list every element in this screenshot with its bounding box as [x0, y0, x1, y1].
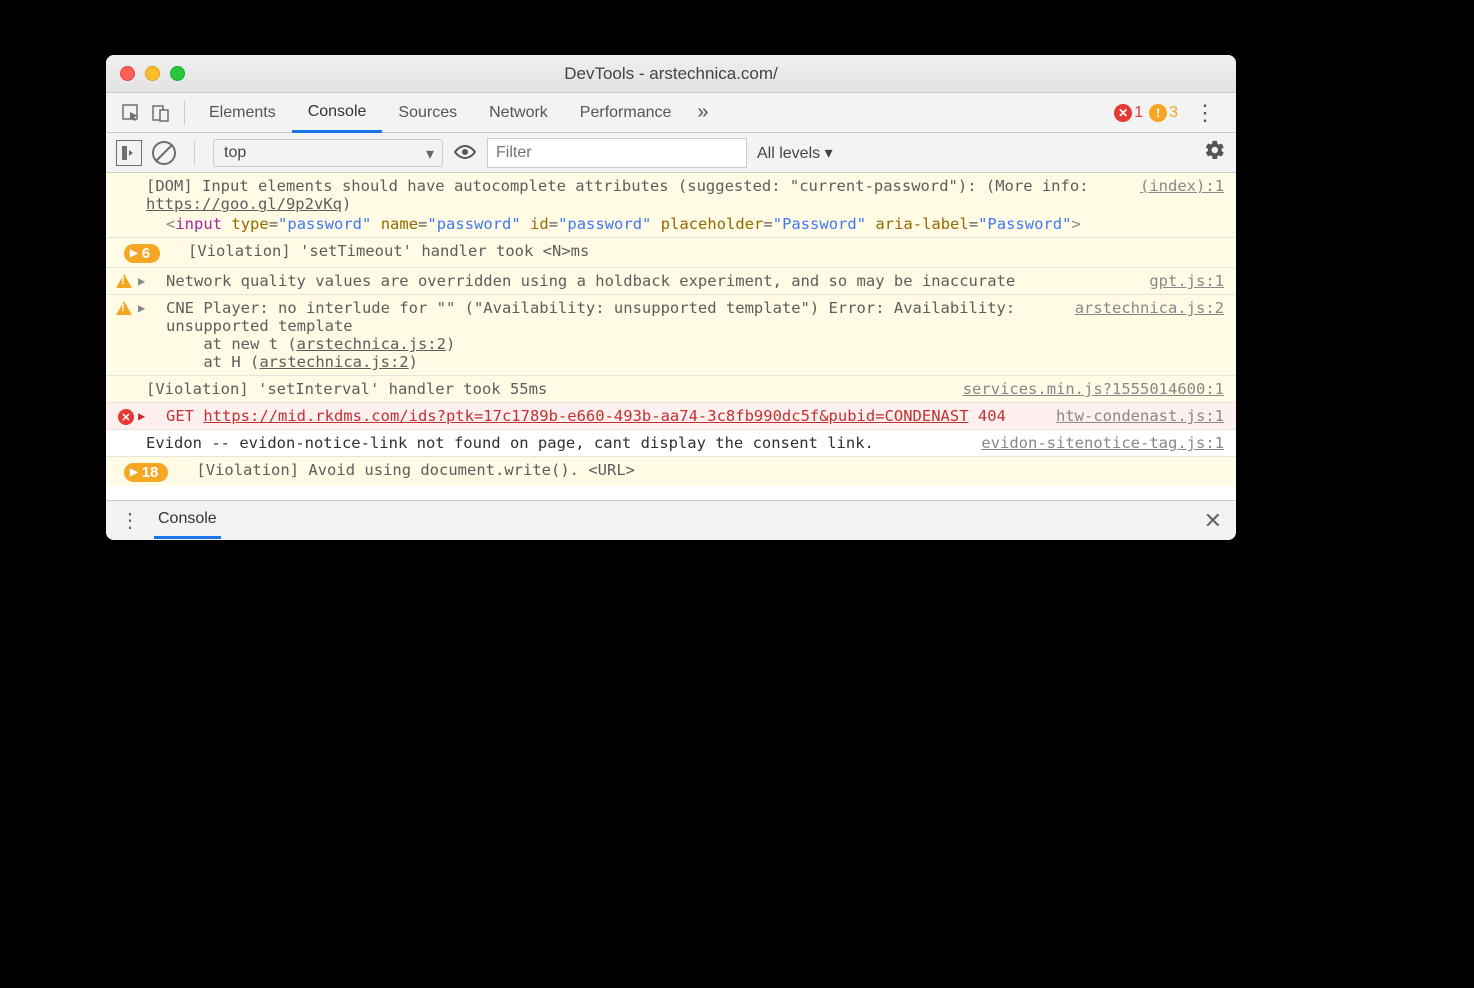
console-message[interactable]: [Violation] 'setInterval' handler took 5…: [106, 376, 1236, 403]
error-circle-icon: ✕: [118, 409, 134, 425]
info-link[interactable]: https://goo.gl/9p2vKq: [146, 195, 342, 213]
tab-bar: Elements Console Sources Network Perform…: [106, 93, 1236, 133]
tab-sources[interactable]: Sources: [382, 93, 473, 133]
devtools-window: DevTools - arstechnica.com/ Elements Con…: [106, 55, 1236, 540]
message-source[interactable]: (index):1: [1120, 177, 1224, 233]
console-message[interactable]: 6 [Violation] 'setTimeout' handler took …: [106, 238, 1236, 268]
tab-elements[interactable]: Elements: [193, 93, 292, 133]
stack-link[interactable]: arstechnica.js:2: [297, 335, 446, 353]
close-drawer-icon[interactable]: ✕: [1204, 508, 1222, 534]
message-source[interactable]: gpt.js:1: [1129, 272, 1224, 290]
warning-count-badge[interactable]: ! 3: [1149, 104, 1178, 122]
message-text: [Violation] Avoid using document.write()…: [196, 461, 635, 479]
tab-network[interactable]: Network: [473, 93, 564, 133]
console-messages: [DOM] Input elements should have autocom…: [106, 173, 1236, 486]
request-url[interactable]: https://mid.rkdms.com/ids?ptk=17c1789b-e…: [203, 407, 968, 425]
message-text: [DOM] Input elements should have autocom…: [146, 177, 1089, 213]
repeat-count-badge: 6: [124, 244, 160, 263]
error-icon: ✕: [1114, 104, 1132, 122]
levels-selector[interactable]: All levels ▾: [757, 143, 833, 163]
tab-performance[interactable]: Performance: [564, 93, 688, 133]
context-selector[interactable]: top: [213, 139, 443, 167]
drawer-menu-icon[interactable]: ⋮: [120, 508, 140, 533]
filter-input[interactable]: [487, 138, 747, 168]
message-text: Network quality values are overridden us…: [118, 272, 1129, 290]
console-message[interactable]: 18 [Violation] Avoid using document.writ…: [106, 457, 1236, 486]
console-message[interactable]: Evidon -- evidon-notice-link not found o…: [106, 430, 1236, 457]
message-text: Evidon -- evidon-notice-link not found o…: [118, 434, 961, 452]
inspect-element-icon[interactable]: [116, 98, 146, 128]
console-message[interactable]: ▶ CNE Player: no interlude for "" ("Avai…: [106, 295, 1236, 376]
message-source[interactable]: arstechnica.js:2: [1055, 299, 1224, 371]
warning-count: 3: [1169, 104, 1178, 122]
console-message[interactable]: [DOM] Input elements should have autocom…: [106, 173, 1236, 238]
stack-link[interactable]: arstechnica.js:2: [259, 353, 408, 371]
drawer: ⋮ Console ✕: [106, 500, 1236, 540]
message-source[interactable]: services.min.js?1555014600:1: [943, 380, 1224, 398]
message-prefix: GET: [166, 407, 203, 425]
separator: [184, 101, 185, 125]
device-toolbar-icon[interactable]: [146, 98, 176, 128]
expand-arrow-icon[interactable]: ▶: [138, 301, 145, 315]
drawer-tab-console[interactable]: Console: [154, 502, 221, 539]
repeat-count-badge: 18: [124, 463, 168, 482]
separator: [194, 141, 195, 165]
message-text: CNE Player: no interlude for "" ("Availa…: [166, 299, 1015, 335]
message-source[interactable]: htw-condenast.js:1: [1036, 407, 1224, 425]
message-source[interactable]: evidon-sitenotice-tag.js:1: [961, 434, 1224, 452]
console-message[interactable]: ▶ Network quality values are overridden …: [106, 268, 1236, 295]
warning-triangle-icon: [116, 301, 132, 315]
console-toolbar: top All levels ▾: [106, 133, 1236, 173]
console-message[interactable]: ✕ ▶ GET https://mid.rkdms.com/ids?ptk=17…: [106, 403, 1236, 430]
titlebar: DevTools - arstechnica.com/: [106, 55, 1236, 93]
console-settings-icon[interactable]: [1204, 139, 1226, 167]
error-count-badge[interactable]: ✕ 1: [1114, 104, 1143, 122]
window-title: DevTools - arstechnica.com/: [106, 64, 1236, 84]
status-code: 404: [969, 407, 1006, 425]
live-expression-icon[interactable]: [453, 140, 477, 166]
expand-arrow-icon[interactable]: ▶: [138, 409, 145, 423]
clear-console-icon[interactable]: [152, 141, 176, 165]
tab-console[interactable]: Console: [292, 93, 383, 133]
error-count: 1: [1134, 104, 1143, 122]
message-text: [Violation] 'setInterval' handler took 5…: [118, 380, 943, 398]
warning-icon: !: [1149, 104, 1167, 122]
warning-triangle-icon: [116, 274, 132, 288]
more-tabs-icon[interactable]: »: [687, 101, 718, 124]
expand-arrow-icon[interactable]: ▶: [138, 274, 145, 288]
sidebar-toggle-icon[interactable]: [116, 140, 142, 166]
message-html: <input type="password" name="password" i…: [146, 213, 1120, 233]
message-text: [Violation] 'setTimeout' handler took <N…: [188, 242, 589, 260]
kebab-menu-icon[interactable]: ⋮: [1184, 100, 1226, 126]
